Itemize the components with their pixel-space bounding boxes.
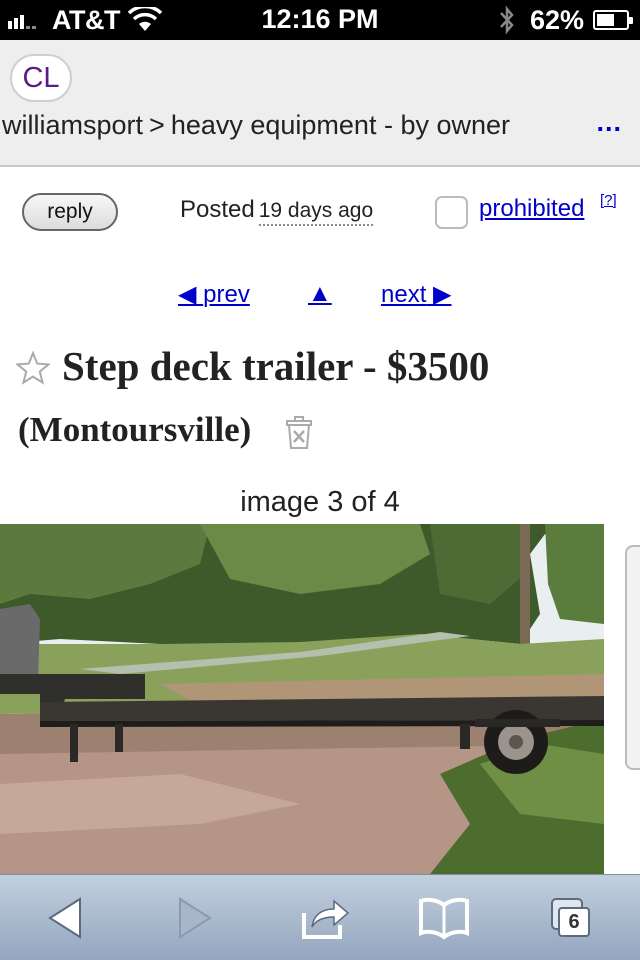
breadcrumb-category-link[interactable]: heavy equipment - by owner [171, 110, 510, 140]
prev-link[interactable]: ◀ prev [178, 280, 250, 309]
posting-title: Step deck trailer - $3500 [62, 343, 490, 389]
hide-posting-trash-icon[interactable] [284, 416, 314, 450]
breadcrumb: williamsport > heavy equipment - by owner [2, 110, 510, 141]
flag-prohibited-link[interactable]: prohibited [479, 195, 584, 223]
breadcrumb-location-link[interactable]: williamsport [2, 110, 143, 140]
prev-label: prev [203, 281, 250, 308]
status-bar: AT&T 12:16 PM 62% [0, 0, 640, 40]
browser-toolbar [0, 874, 640, 960]
next-label: next [381, 281, 427, 308]
reply-button[interactable]: reply [22, 193, 118, 231]
site-header: CL williamsport > heavy equipment - by own… [0, 40, 640, 167]
posting-location: (Montoursville) [18, 410, 252, 449]
more-menu-button[interactable]: ... [596, 107, 622, 138]
battery-icon [593, 10, 633, 30]
next-link[interactable]: next ▶ [381, 280, 452, 309]
listing-photo[interactable] [0, 524, 604, 874]
prev-arrow-icon: ◀ [178, 281, 197, 308]
flag-help-link[interactable]: [?] [600, 192, 617, 209]
image-counter: image 3 of 4 [240, 486, 400, 518]
battery-percentage: 62% [530, 5, 585, 35]
bookmarks-icon[interactable] [418, 893, 470, 943]
up-link[interactable]: ▲ [308, 280, 332, 308]
share-icon[interactable] [300, 893, 352, 943]
next-arrow-icon: ▶ [433, 281, 452, 308]
forward-arrow-icon[interactable] [176, 893, 214, 943]
flag-checkbox[interactable] [435, 196, 468, 229]
posted-date: Posted 19 days ago [180, 196, 374, 226]
bluetooth-icon [500, 5, 514, 35]
post-navigation: ◀ prev ▲ next ▶ [0, 280, 640, 312]
back-arrow-icon[interactable] [46, 893, 84, 943]
tab-count-badge[interactable]: 6 [558, 907, 590, 937]
posted-label: Posted [180, 196, 255, 223]
craigslist-logo[interactable]: CL [10, 54, 72, 102]
posted-ago: 19 days ago [258, 199, 374, 226]
breadcrumb-separator: > [149, 110, 165, 140]
next-image-thumbnail[interactable] [625, 545, 640, 770]
favorite-star-icon[interactable] [16, 351, 50, 385]
